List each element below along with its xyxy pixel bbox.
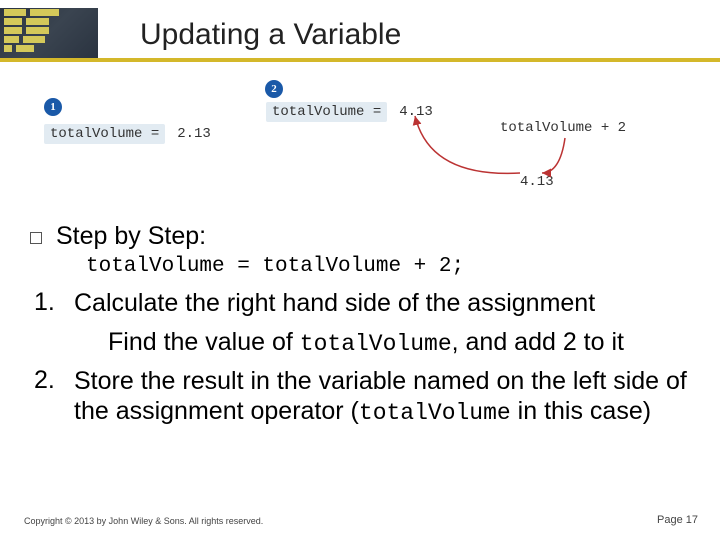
equation-2: totalVolume = 4.13 xyxy=(266,102,439,122)
decorative-departure-board: FLIGHDESTINA 2551LONDO 2710MADRI 155PARI… xyxy=(0,8,98,58)
title-underline xyxy=(0,58,720,62)
list-item-2-post: in this case) xyxy=(511,397,651,425)
list-item-1: 1. Calculate the right hand side of the … xyxy=(34,288,690,319)
slide: FLIGHDESTINA 2551LONDO 2710MADRI 155PARI… xyxy=(0,0,720,540)
list-item-2: 2. Store the result in the variable name… xyxy=(34,366,690,428)
step-badge-2: 2 xyxy=(265,80,283,98)
page-number: Page 17 xyxy=(657,514,698,526)
copyright: Copyright © 2013 by John Wiley & Sons. A… xyxy=(24,516,263,526)
diagram: 1 2 totalVolume = 2.13 totalVolume = 4.1… xyxy=(40,78,680,208)
list-item-1b-code: totalVolume xyxy=(300,331,452,357)
equation-2-val: 4.13 xyxy=(393,102,439,122)
body: Step by Step: totalVolume = totalVolume … xyxy=(30,222,690,435)
equation-1: totalVolume = 2.13 xyxy=(44,124,217,144)
equation-1-lhs: totalVolume = xyxy=(44,124,165,144)
step-badge-1: 1 xyxy=(44,98,62,116)
rhs-evaluated-value: 4.13 xyxy=(520,174,554,190)
list-item-1-number: 1. xyxy=(34,288,74,319)
list-item-2-code: totalVolume xyxy=(359,400,511,426)
list-item-1b-pre: Find the value of xyxy=(108,328,300,356)
bullet-step-by-step: Step by Step: xyxy=(30,222,690,251)
equation-1-val: 2.13 xyxy=(171,124,217,144)
code-example: totalVolume = totalVolume + 2; xyxy=(86,255,690,278)
list-item-1-subtext: Find the value of totalVolume, and add 2… xyxy=(108,327,690,358)
equation-2-lhs: totalVolume = xyxy=(266,102,387,122)
rhs-expression: totalVolume + 2 xyxy=(500,120,626,136)
bullet-marker xyxy=(30,232,42,244)
list-item-1-text: Calculate the right hand side of the ass… xyxy=(74,288,690,319)
list-item-2-text: Store the result in the variable named o… xyxy=(74,366,690,428)
list-item-1b-post: , and add 2 to it xyxy=(452,328,624,356)
slide-title: Updating a Variable xyxy=(140,18,401,52)
bullet-text: Step by Step: xyxy=(56,222,206,251)
list-item-2-number: 2. xyxy=(34,366,74,428)
